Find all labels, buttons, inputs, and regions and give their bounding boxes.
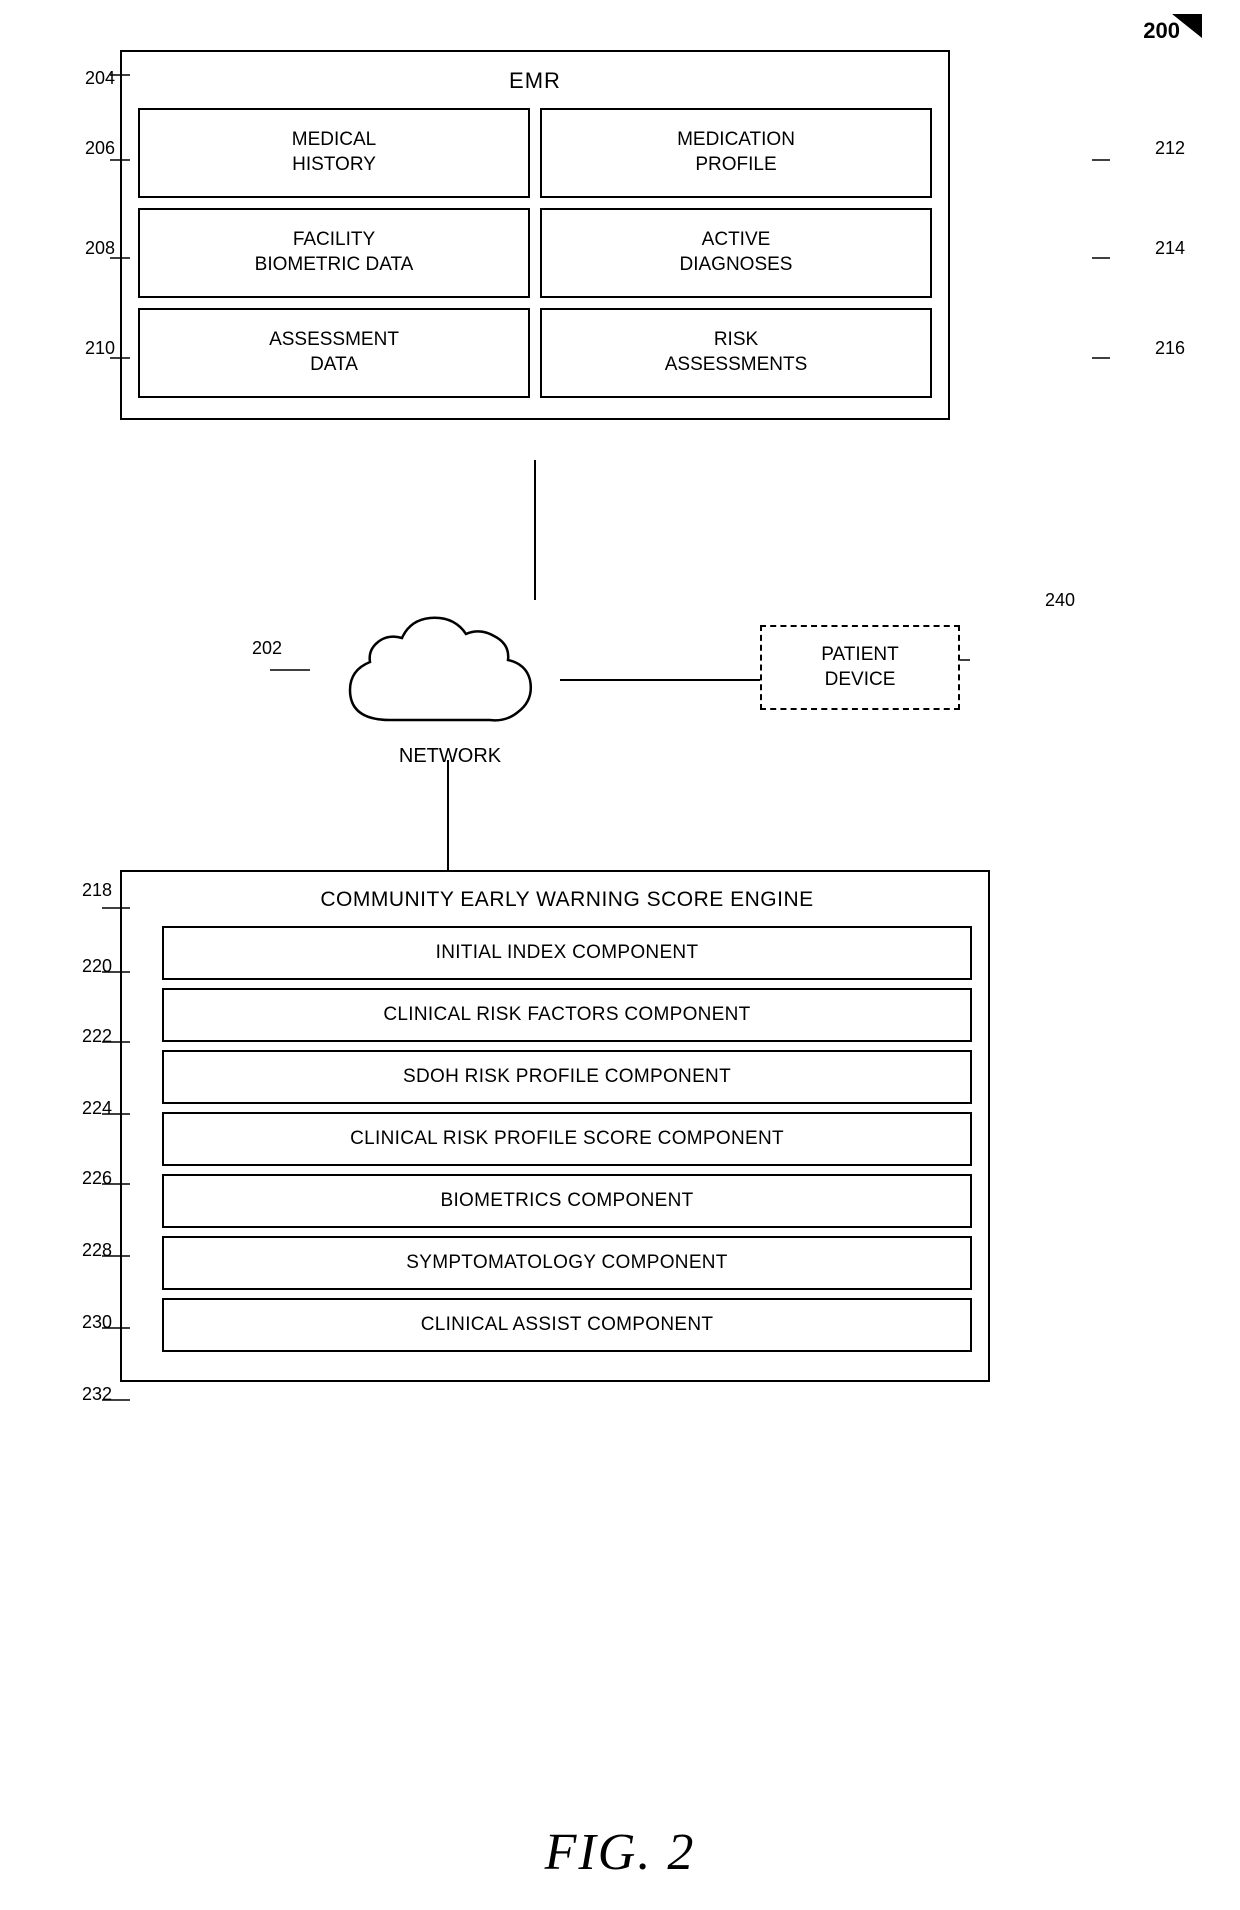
emr-cell-medication-profile: MEDICATIONPROFILE [540, 108, 932, 198]
emr-cell-assessment-data: ASSESSMENTDATA [138, 308, 530, 398]
ref-232: 232 [82, 1384, 112, 1405]
figure-caption: FIG. 2 [545, 1823, 696, 1882]
ref-208: 208 [85, 238, 115, 259]
emr-cell-facility-biometric: FACILITYBIOMETRIC DATA [138, 208, 530, 298]
patient-device-box: PATIENTDEVICE [760, 625, 960, 710]
cews-clinical-assist: CLINICAL ASSIST COMPONENT [162, 1298, 972, 1352]
emr-grid: MEDICALHISTORY MEDICATIONPROFILE FACILIT… [138, 108, 932, 398]
ref-214: 214 [1155, 238, 1185, 259]
ref-206: 206 [85, 138, 115, 159]
cews-sdoh-risk-profile: SDOH RISK PROFILE COMPONENT [162, 1050, 972, 1104]
cews-engine-box: COMMUNITY EARLY WARNING SCORE ENGINE INI… [120, 870, 990, 1382]
cews-initial-index: INITIAL INDEX COMPONENT [162, 926, 972, 980]
ref-222: 222 [82, 1026, 112, 1047]
ref-202: 202 [252, 638, 282, 659]
emr-cell-medical-history: MEDICALHISTORY [138, 108, 530, 198]
ref-224: 224 [82, 1098, 112, 1119]
ref-210: 210 [85, 338, 115, 359]
cews-symptomatology: SYMPTOMATOLOGY COMPONENT [162, 1236, 972, 1290]
cews-biometrics: BIOMETRICS COMPONENT [162, 1174, 972, 1228]
emr-title: EMR [138, 68, 932, 94]
emr-box: EMR MEDICALHISTORY MEDICATIONPROFILE FAC… [120, 50, 950, 420]
ref-226: 226 [82, 1168, 112, 1189]
emr-cell-risk-assessments: RISKASSESSMENTS [540, 308, 932, 398]
ref-triangle-200 [1172, 14, 1202, 38]
cews-title: COMMUNITY EARLY WARNING SCORE ENGINE [162, 888, 972, 912]
cloud-icon [330, 590, 570, 750]
ref-240: 240 [1045, 590, 1075, 611]
ref-204: 204 [85, 68, 115, 89]
ref-216: 216 [1155, 338, 1185, 359]
diagram-container: 200 EMR MEDICALHISTORY MEDICATIONPROFILE… [0, 0, 1240, 1910]
network-container: NETWORK [310, 590, 590, 768]
ref-218: 218 [82, 880, 112, 901]
ref-212: 212 [1155, 138, 1185, 159]
ref-228: 228 [82, 1240, 112, 1261]
emr-cell-active-diagnoses: ACTIVEDIAGNOSES [540, 208, 932, 298]
cews-clinical-risk-profile-score: CLINICAL RISK PROFILE SCORE COMPONENT [162, 1112, 972, 1166]
ref-230: 230 [82, 1312, 112, 1333]
cews-clinical-risk-factors: CLINICAL RISK FACTORS COMPONENT [162, 988, 972, 1042]
ref-220: 220 [82, 956, 112, 977]
